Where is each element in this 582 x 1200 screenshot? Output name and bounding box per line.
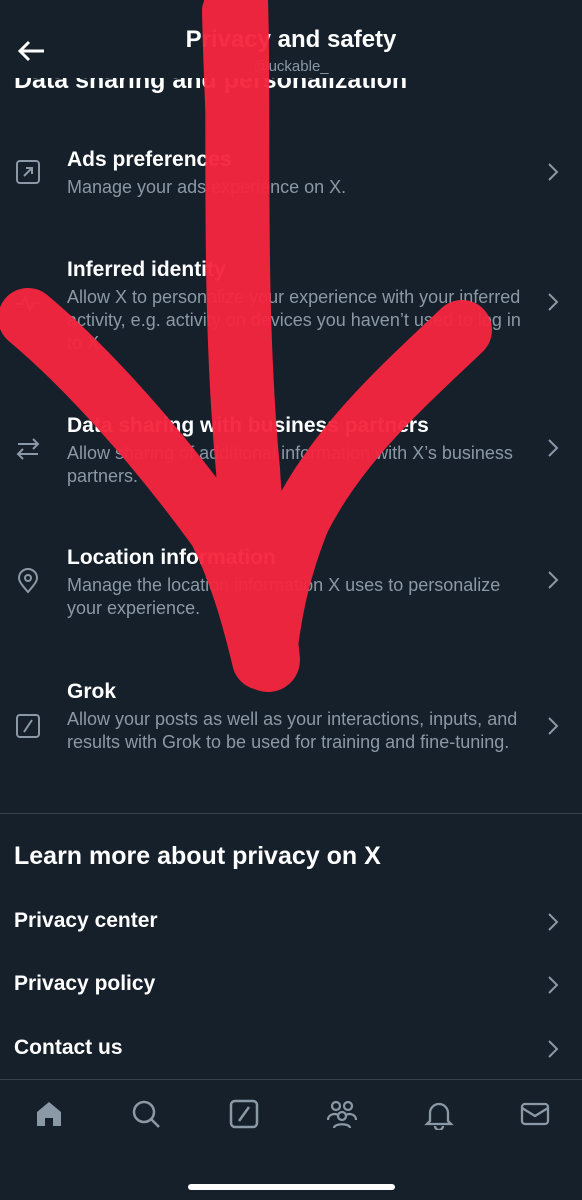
chevron-right-icon	[548, 163, 559, 181]
location-information-title: Location information	[67, 546, 276, 569]
search-tab[interactable]	[126, 1094, 166, 1134]
activity-pulse-icon	[14, 289, 42, 317]
data-sharing-title: Data sharing with business partners	[67, 414, 429, 437]
ads-preferences-desc: Manage your ads experience on X.	[67, 177, 347, 197]
communities-tab[interactable]	[322, 1094, 362, 1134]
notifications-bell-icon	[424, 1102, 454, 1130]
ads-preferences-title: Ads preferences	[67, 148, 232, 171]
grok-tab[interactable]	[224, 1094, 264, 1134]
top-header: Privacy and safety @uckable_	[0, 0, 582, 78]
grok-row[interactable]: Grok Allow your posts as well as your in…	[0, 679, 582, 779]
bottom-tab-bar	[0, 1079, 582, 1200]
data-sharing-desc: Allow sharing of additional information …	[67, 443, 513, 486]
inferred-identity-desc: Allow X to personalize your experience w…	[67, 287, 521, 353]
location-information-row[interactable]: Location information Manage the location…	[0, 545, 582, 625]
privacy-policy-link[interactable]: Privacy policy	[0, 960, 582, 1010]
chevron-right-icon	[548, 976, 559, 994]
grok-desc: Allow your posts as well as your interac…	[67, 709, 518, 752]
learn-more-heading: Learn more about privacy on X	[14, 842, 381, 870]
grok-icon	[229, 1099, 259, 1129]
chevron-right-icon	[548, 717, 559, 735]
messages-envelope-icon	[520, 1102, 550, 1126]
page-title: Privacy and safety	[185, 26, 397, 53]
section-divider	[0, 813, 582, 814]
contact-us-label: Contact us	[14, 1036, 123, 1059]
privacy-center-link[interactable]: Privacy center	[0, 897, 582, 947]
chevron-right-icon	[548, 571, 559, 589]
notifications-tab[interactable]	[419, 1094, 459, 1134]
data-sharing-row[interactable]: Data sharing with business partners Allo…	[0, 413, 582, 493]
chevron-right-icon	[548, 293, 559, 311]
inferred-identity-row[interactable]: Inferred identity Allow X to personalize…	[0, 255, 582, 355]
communities-icon	[326, 1100, 358, 1129]
messages-tab[interactable]	[515, 1094, 555, 1134]
inferred-identity-title: Inferred identity	[67, 258, 226, 281]
chevron-right-icon	[548, 439, 559, 457]
chevron-right-icon	[548, 1040, 559, 1058]
account-handle: @uckable_	[253, 58, 329, 75]
contact-us-link[interactable]: Contact us	[0, 1024, 582, 1074]
grok-slash-icon	[14, 712, 42, 740]
location-pin-icon	[14, 567, 42, 595]
search-icon	[132, 1100, 160, 1128]
chevron-right-icon	[548, 913, 559, 931]
ads-preferences-row[interactable]: Ads preferences Manage your ads experien…	[0, 145, 582, 225]
privacy-center-label: Privacy center	[14, 909, 158, 932]
home-icon	[37, 1102, 61, 1126]
location-information-desc: Manage the location information X uses t…	[67, 575, 501, 618]
swap-arrows-icon	[14, 435, 42, 463]
external-box-icon	[14, 158, 42, 186]
home-indicator	[188, 1184, 395, 1190]
privacy-policy-label: Privacy policy	[14, 972, 156, 995]
home-tab[interactable]	[29, 1094, 69, 1134]
grok-title: Grok	[67, 680, 117, 703]
